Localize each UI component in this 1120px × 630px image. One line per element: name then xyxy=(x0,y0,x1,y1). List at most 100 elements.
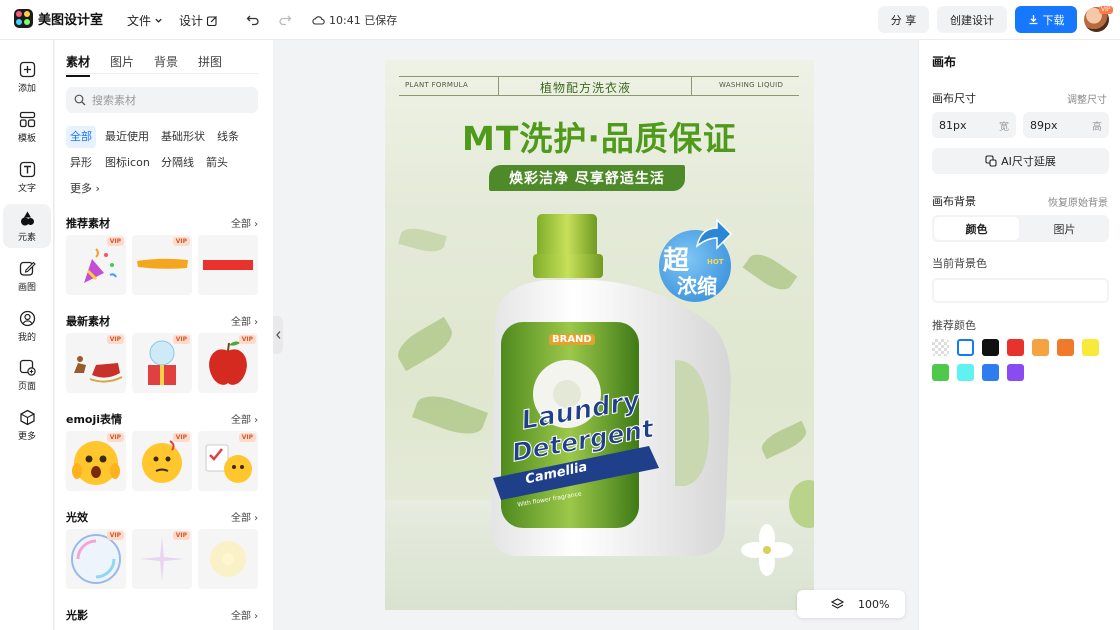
asset-thumb[interactable]: VIP xyxy=(66,333,126,393)
leaf-decoration xyxy=(398,224,447,256)
file-menu[interactable]: 文件 xyxy=(127,12,163,29)
search-placeholder: 搜索素材 xyxy=(92,94,136,107)
vip-tag: VIP xyxy=(106,433,124,442)
chip-all[interactable]: 全部 xyxy=(66,126,96,148)
vip-tag: VIP xyxy=(106,531,124,540)
current-bg-swatch[interactable] xyxy=(932,278,1109,303)
vip-tag: VIP xyxy=(106,237,124,246)
chip-line[interactable]: 线条 xyxy=(213,126,243,148)
poster-headline: MT洗护·品质保证 xyxy=(462,119,737,158)
color-swatch-blue[interactable] xyxy=(982,364,999,381)
layers-icon[interactable] xyxy=(831,597,844,611)
color-swatch-yellow[interactable] xyxy=(1082,339,1099,356)
height-field[interactable]: 89px 高 xyxy=(1023,112,1109,138)
download-button[interactable]: 下载 xyxy=(1015,6,1077,33)
chip-irregular[interactable]: 异形 xyxy=(66,152,96,174)
rail-item-template[interactable]: 模板 xyxy=(3,105,51,149)
chip-divider[interactable]: 分隔线 xyxy=(157,152,198,174)
section-all-link[interactable]: 全部 › xyxy=(231,215,258,230)
asset-thumb[interactable]: VIP xyxy=(132,431,192,491)
rail-label: 画图 xyxy=(17,282,36,293)
chip-basic-shape[interactable]: 基础形状 xyxy=(157,126,209,148)
chip-more[interactable]: 更多 › xyxy=(66,178,104,200)
color-swatch-light-orange[interactable] xyxy=(1032,339,1049,356)
section-title: 推荐素材 xyxy=(66,217,110,230)
height-value: 89px xyxy=(1030,118,1058,132)
color-swatch-transparent[interactable] xyxy=(932,339,949,356)
chip-arrow[interactable]: 箭头 xyxy=(202,152,232,174)
asset-thumb[interactable]: VIP xyxy=(132,235,192,295)
rail-item-add[interactable]: 添加 xyxy=(3,55,51,99)
undo-icon[interactable] xyxy=(244,11,262,29)
save-status: 10:41 已保存 xyxy=(312,12,397,28)
download-icon xyxy=(1029,15,1037,25)
color-swatch-black[interactable] xyxy=(982,339,999,356)
color-swatch-cyan[interactable] xyxy=(957,364,974,381)
vip-tag: VIP xyxy=(172,531,190,540)
color-swatch-white[interactable] xyxy=(957,339,974,356)
header-divider xyxy=(498,76,499,95)
redo-icon[interactable] xyxy=(276,11,294,29)
vip-tag: VIP xyxy=(238,433,256,442)
all-label: 全部 xyxy=(231,513,251,524)
design-menu-label: 设计 xyxy=(179,14,204,28)
width-field[interactable]: 81px 宽 xyxy=(932,112,1016,138)
chevron-down-icon xyxy=(155,18,162,23)
zoom-level[interactable]: 100% xyxy=(858,598,889,611)
ai-extend-button[interactable]: AI尺寸延展 xyxy=(932,148,1109,174)
asset-thumb[interactable]: VIP xyxy=(132,529,192,589)
restore-bg-link[interactable]: 恢复原始背景 xyxy=(1048,194,1108,209)
color-swatch-red[interactable] xyxy=(1007,339,1024,356)
ai-extend-label: AI尺寸延展 xyxy=(1001,155,1056,168)
share-button[interactable]: 分 享 xyxy=(878,6,929,33)
bg-tab-color[interactable]: 颜色 xyxy=(934,217,1019,240)
chip-recent[interactable]: 最近使用 xyxy=(101,126,153,148)
asset-thumb[interactable]: VIP xyxy=(132,333,192,393)
poster-canvas[interactable]: PLANT FORMULA 植物配方洗衣液 WASHING LIQUID MT洗… xyxy=(385,60,814,610)
search-input[interactable]: 搜索素材 xyxy=(66,87,258,113)
asset-thumb[interactable]: VIP xyxy=(198,333,258,393)
rail-item-text[interactable]: 文字 xyxy=(3,155,51,199)
zoom-toolbar: 100% xyxy=(797,590,905,618)
asset-thumb[interactable]: VIP xyxy=(66,431,126,491)
create-design-button[interactable]: 创建设计 xyxy=(937,6,1007,33)
color-swatch-purple[interactable] xyxy=(1007,364,1024,381)
element-icon xyxy=(20,211,34,225)
section-all-link[interactable]: 全部 › xyxy=(231,411,258,426)
width-unit: 宽 xyxy=(999,121,1009,133)
asset-thumb[interactable]: VIP xyxy=(66,235,126,295)
asset-thumb[interactable]: VIP xyxy=(66,529,126,589)
recommend-color-label: 推荐颜色 xyxy=(932,319,976,332)
resize-link[interactable]: 调整尺寸 xyxy=(1067,91,1107,106)
all-label: 全部 xyxy=(231,317,251,328)
rail-item-mine[interactable]: 我的 xyxy=(3,304,51,348)
file-menu-label: 文件 xyxy=(127,14,152,28)
rail-label: 添加 xyxy=(17,83,36,94)
asset-thumb[interactable] xyxy=(198,235,258,295)
chip-icon[interactable]: 图标icon xyxy=(101,152,154,174)
vip-tag: VIP xyxy=(172,237,190,246)
color-swatch-green[interactable] xyxy=(932,364,949,381)
draw-icon xyxy=(19,261,36,276)
all-label: 全部 xyxy=(231,219,251,230)
ai-resize-icon xyxy=(985,155,997,167)
rail-item-more[interactable]: 更多 xyxy=(3,403,51,447)
rail-item-draw[interactable]: 画图 xyxy=(3,254,51,298)
rail-item-element[interactable]: 元素 xyxy=(3,204,51,248)
leaf-decoration xyxy=(392,316,458,372)
design-menu[interactable]: 设计 xyxy=(179,12,218,29)
collapse-panel-button[interactable] xyxy=(273,316,283,354)
section-all-link[interactable]: 全部 › xyxy=(231,607,258,622)
color-swatch-orange[interactable] xyxy=(1057,339,1074,356)
rail-item-page[interactable]: 页面 xyxy=(3,353,51,397)
section-all-link[interactable]: 全部 › xyxy=(231,509,258,524)
app-logo[interactable]: 美图设计室 xyxy=(14,9,103,28)
poster-tag-right: WASHING LIQUID xyxy=(719,81,784,89)
asset-thumb[interactable] xyxy=(198,529,258,589)
section-all-link[interactable]: 全部 › xyxy=(231,313,258,328)
asset-thumb[interactable]: VIP xyxy=(198,431,258,491)
bg-tab-image[interactable]: 图片 xyxy=(1022,217,1107,240)
glow-icon xyxy=(210,541,246,577)
vip-badge: VIP xyxy=(1099,6,1113,14)
properties-panel: 画布 画布尺寸 调整尺寸 81px 宽 89px 高 AI尺寸延展 画布背景 恢… xyxy=(918,40,1120,630)
